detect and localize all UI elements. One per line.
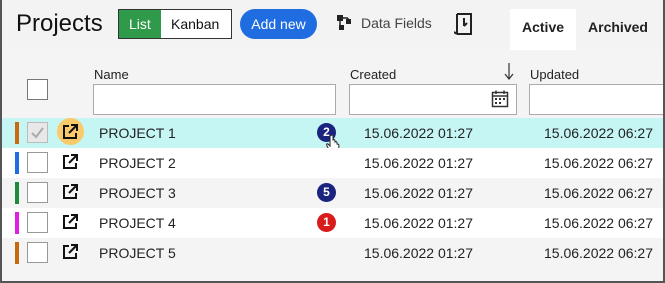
projects-table: Name Created Updated PROJECT 1 2 15.06.2… [2, 50, 663, 281]
table-row[interactable]: PROJECT 5 15.06.2022 01:27 15.06.2022 06… [2, 238, 663, 268]
status-stripe [15, 122, 19, 144]
updated-date: 15.06.2022 06:27 [544, 125, 653, 141]
row-checkbox[interactable] [27, 152, 48, 173]
project-name: PROJECT 3 [99, 185, 176, 201]
created-date: 15.06.2022 01:27 [364, 125, 473, 141]
updated-date: 15.06.2022 06:27 [544, 215, 653, 231]
project-name: PROJECT 4 [99, 215, 176, 231]
tab-active[interactable]: Active [510, 9, 577, 50]
toolbar: Projects List Kanban Add new Data Fields [2, 0, 663, 50]
view-list-button[interactable]: List [119, 10, 161, 38]
page-title: Projects [16, 10, 103, 37]
view-kanban-button[interactable]: Kanban [161, 10, 231, 38]
history-icon[interactable] [453, 12, 474, 41]
data-fields-button[interactable]: Data Fields [337, 15, 432, 31]
status-tabs: Active Archived T [510, 9, 663, 50]
column-header-name[interactable]: Name [94, 67, 129, 82]
checkmark-icon [31, 127, 44, 139]
row-checkbox[interactable] [27, 212, 48, 233]
tab-third[interactable]: T [660, 9, 663, 50]
status-stripe [15, 182, 19, 204]
view-toggle: List Kanban [118, 9, 232, 39]
calendar-icon[interactable] [491, 90, 509, 113]
created-date: 15.06.2022 01:27 [364, 215, 473, 231]
add-new-button[interactable]: Add new [240, 9, 317, 39]
select-all-checkbox[interactable] [27, 79, 48, 100]
open-external-icon[interactable] [62, 154, 78, 173]
table-row[interactable]: PROJECT 1 2 15.06.2022 01:27 15.06.2022 … [2, 118, 663, 154]
created-date: 15.06.2022 01:27 [364, 155, 473, 171]
updated-filter-input[interactable] [529, 84, 663, 115]
count-badge[interactable]: 1 [317, 213, 336, 232]
diagram-icon [337, 15, 351, 30]
name-filter-input[interactable] [93, 84, 336, 115]
updated-date: 15.06.2022 06:27 [544, 185, 653, 201]
row-checkbox[interactable] [27, 242, 48, 263]
app-frame: Projects List Kanban Add new Data Fields [0, 0, 665, 283]
created-date: 15.06.2022 01:27 [364, 185, 473, 201]
updated-date: 15.06.2022 06:27 [544, 155, 653, 171]
open-external-icon[interactable] [62, 214, 78, 233]
row-checkbox[interactable] [27, 182, 48, 203]
status-stripe [15, 212, 19, 234]
status-stripe [15, 152, 19, 174]
table-row[interactable]: PROJECT 4 1 15.06.2022 01:27 15.06.2022 … [2, 208, 663, 238]
table-row[interactable]: PROJECT 2 15.06.2022 01:27 15.06.2022 06… [2, 148, 663, 178]
row-checkbox[interactable] [27, 122, 48, 143]
status-stripe [15, 242, 19, 264]
open-external-icon[interactable] [62, 244, 78, 263]
column-header-updated[interactable]: Updated [530, 67, 579, 82]
data-fields-label: Data Fields [361, 15, 432, 31]
open-external-icon[interactable] [62, 124, 78, 143]
project-name: PROJECT 1 [99, 125, 176, 141]
open-external-icon[interactable] [62, 184, 78, 203]
created-date: 15.06.2022 01:27 [364, 245, 473, 261]
column-header-created[interactable]: Created [350, 67, 396, 82]
table-row[interactable]: PROJECT 3 5 15.06.2022 01:27 15.06.2022 … [2, 178, 663, 208]
updated-date: 15.06.2022 06:27 [544, 245, 653, 261]
arrow-down-icon[interactable] [504, 63, 514, 86]
tab-archived[interactable]: Archived [576, 9, 660, 50]
project-name: PROJECT 5 [99, 245, 176, 261]
project-name: PROJECT 2 [99, 155, 176, 171]
table-header: Name Created Updated [2, 50, 663, 118]
count-badge[interactable]: 5 [317, 183, 336, 202]
